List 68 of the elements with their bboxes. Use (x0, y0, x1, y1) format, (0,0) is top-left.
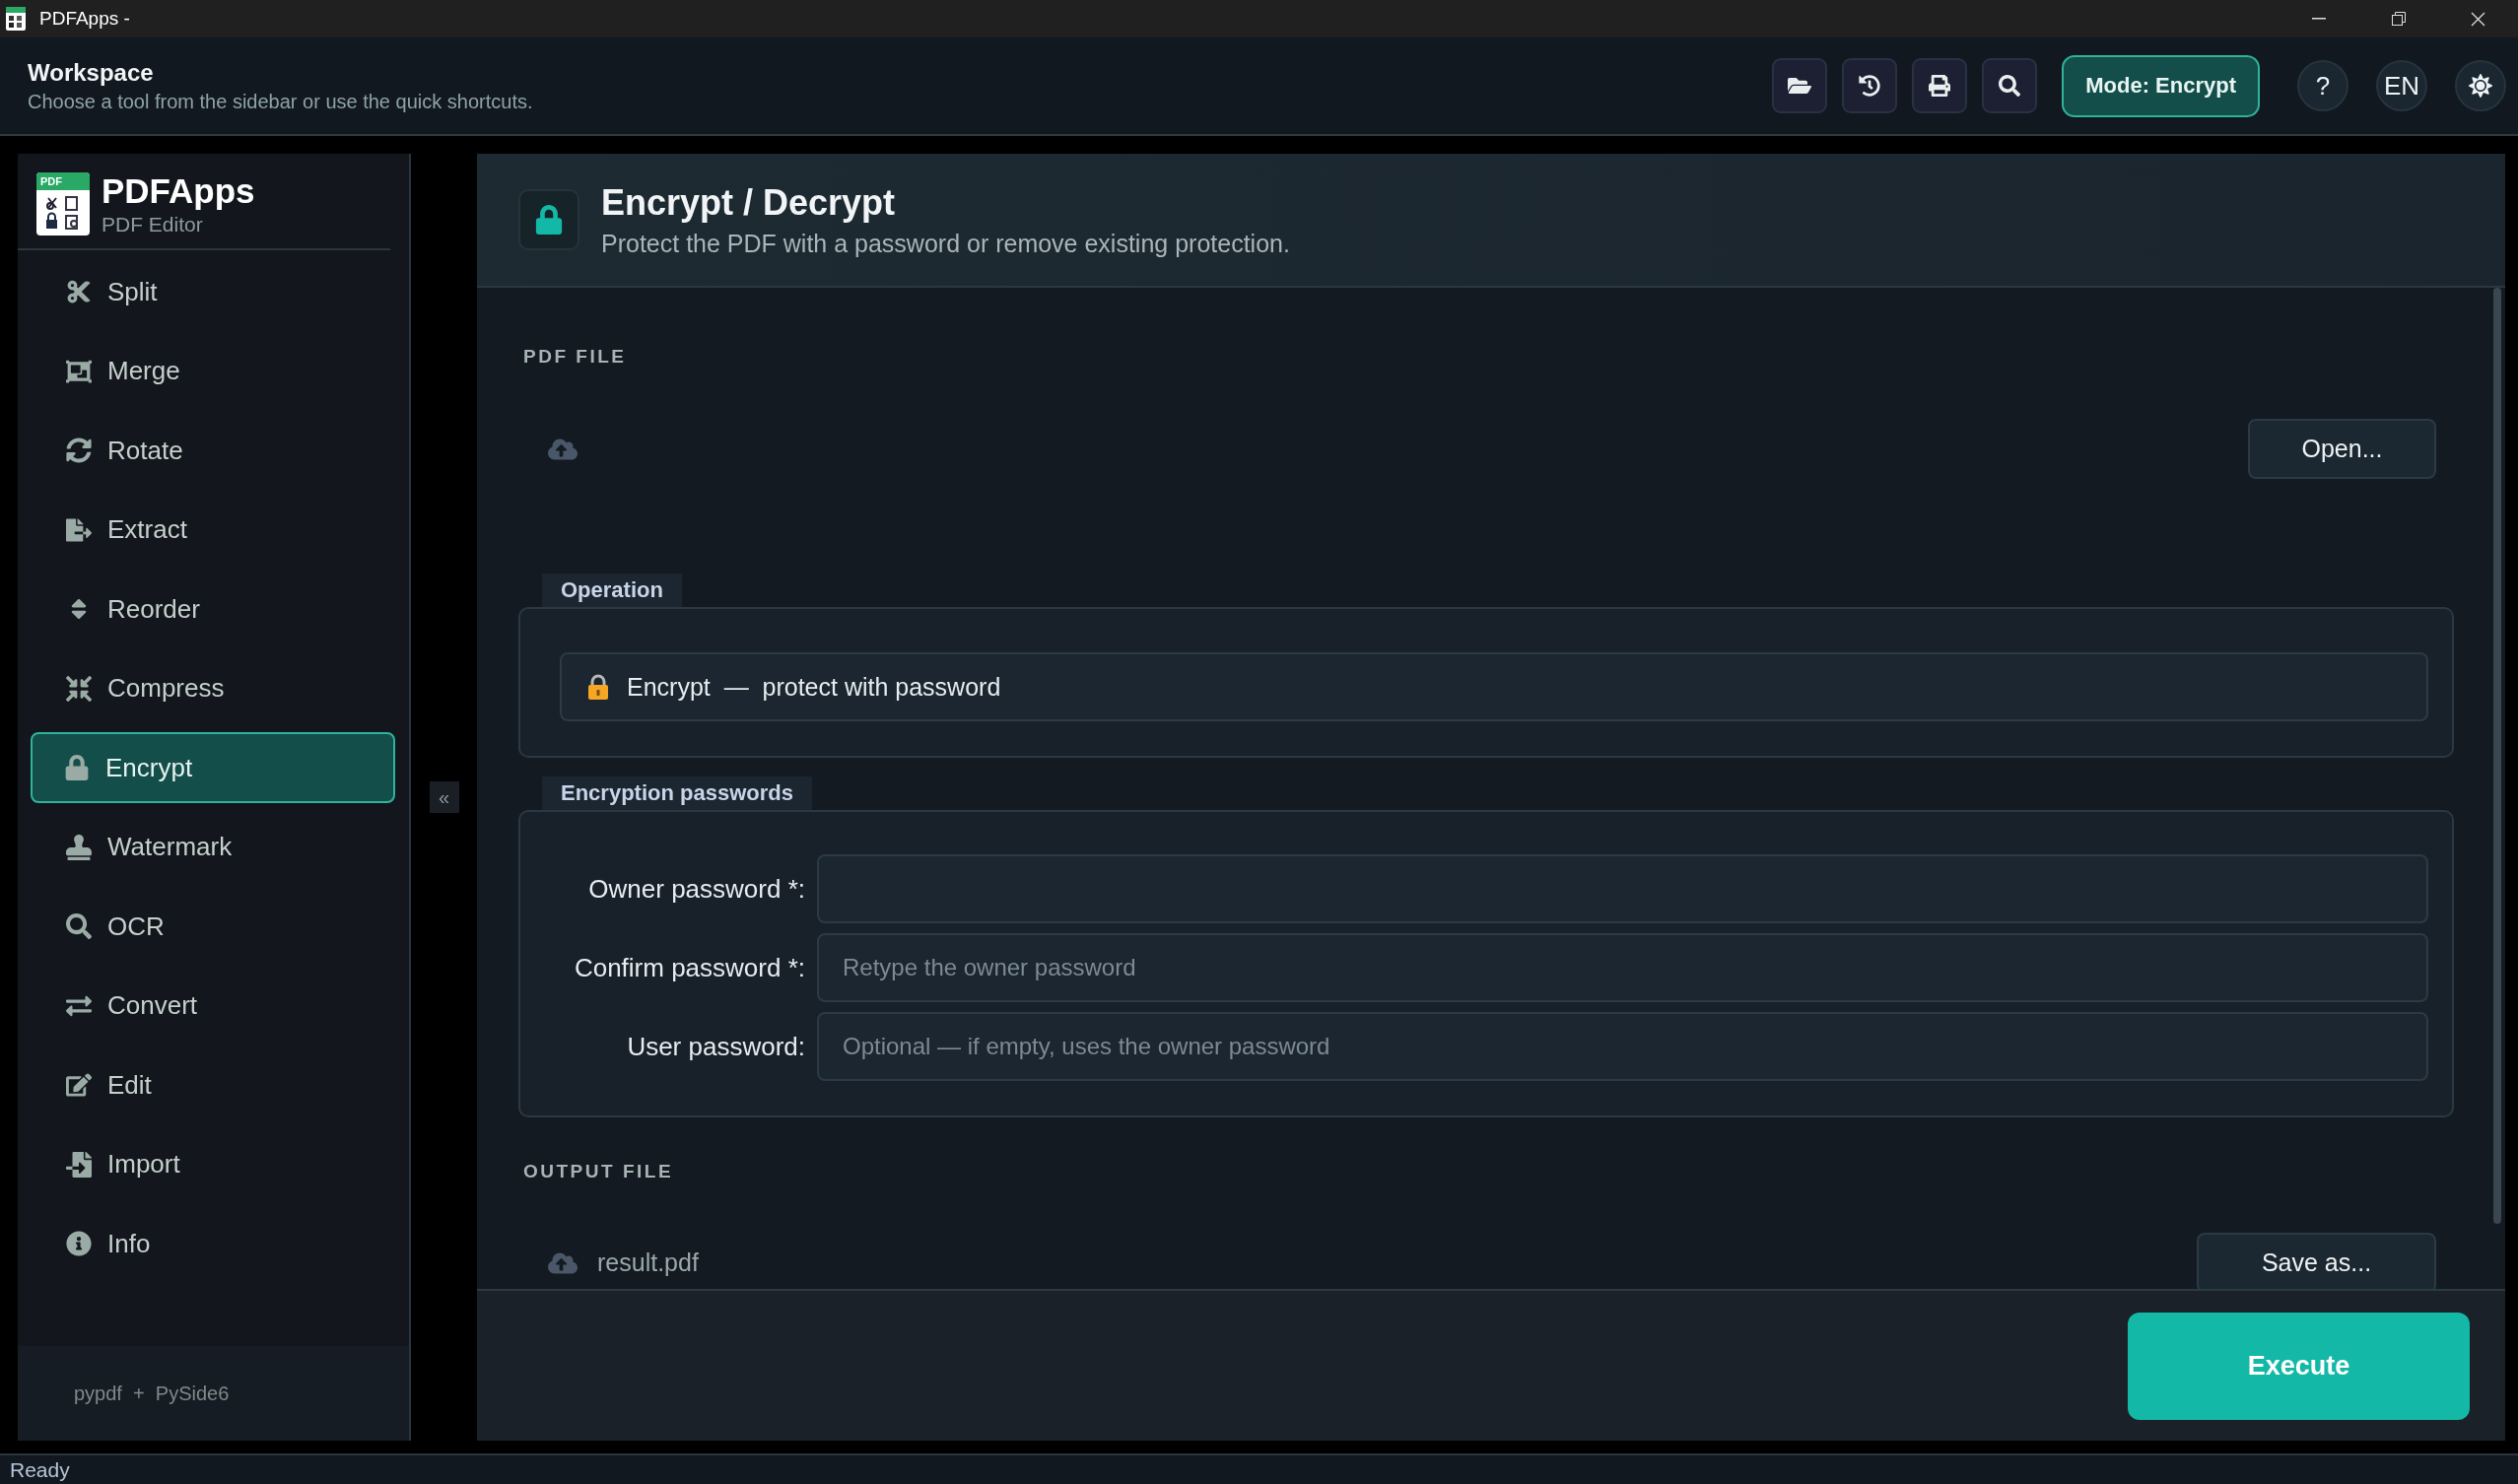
sidebar-item[interactable]: Merge (31, 335, 395, 407)
sidebar-item[interactable]: Extract (31, 494, 395, 566)
restore-icon (2391, 12, 2406, 26)
sidebar-item[interactable]: Rotate (31, 415, 395, 486)
mode-button[interactable]: Mode: Encrypt (2062, 54, 2260, 117)
info-icon (66, 1231, 92, 1256)
header-title: Workspace (28, 58, 155, 87)
sun-icon (2469, 74, 2492, 98)
file-export-icon (66, 516, 92, 543)
sidebar-item[interactable]: Info (31, 1208, 395, 1279)
stamp-icon (66, 834, 92, 860)
sidebar-item[interactable]: Edit (31, 1049, 395, 1120)
scissors-icon (66, 279, 92, 304)
operation-dropdown[interactable]: Encrypt — protect with password (560, 652, 2428, 721)
sidebar-item[interactable]: OCR (31, 891, 395, 962)
collapse-button[interactable]: « (429, 781, 459, 813)
help-button[interactable]: ? (2297, 60, 2348, 111)
tool-description: Protect the PDF with a password or remove existing protection. (601, 229, 1290, 258)
output-filename: result.pdf (597, 1248, 700, 1277)
sidebar-item[interactable]: Watermark (31, 811, 395, 883)
search-icon (1999, 75, 2021, 97)
padlock-icon (587, 674, 609, 700)
sidebar-item[interactable]: Import (31, 1128, 395, 1200)
group-icon (66, 358, 92, 384)
sidebar-item[interactable]: Reorder (31, 573, 395, 644)
group-title: Encryption passwords (542, 776, 812, 810)
history-icon (1859, 75, 1881, 97)
password-field[interactable] (817, 854, 2428, 923)
field-label: User password: (626, 1031, 805, 1062)
search-button[interactable] (1982, 58, 2038, 113)
app-name: PDFApps (102, 171, 255, 211)
sidebar-item[interactable]: Encrypt (31, 732, 395, 803)
compress-icon (66, 675, 92, 702)
header-subtitle: Choose a tool from the sidebar or use the quick shortcuts. (28, 90, 533, 113)
field-label: Owner password *: (587, 873, 805, 905)
print-icon (1929, 75, 1951, 97)
edit-icon (66, 1072, 92, 1098)
section-heading: OUTPUT FILE (522, 1160, 675, 1183)
history-button[interactable] (1842, 58, 1898, 113)
status-text: Ready (10, 1457, 70, 1482)
refresh-icon (66, 438, 92, 463)
field-label: Confirm password *: (573, 952, 805, 983)
minimize-icon (2311, 18, 2326, 20)
save-as-button[interactable]: Save as... (2197, 1233, 2436, 1289)
print-button[interactable] (1912, 58, 1968, 113)
group-title: Operation (542, 573, 682, 607)
sidebar-item[interactable]: Split (31, 256, 395, 327)
logo-label: PDF (36, 172, 90, 190)
theme-button[interactable] (2455, 60, 2506, 111)
sidebar-item[interactable]: Convert (31, 970, 395, 1042)
app-icon (6, 7, 26, 31)
lock-icon (534, 205, 564, 235)
open-button[interactable]: Open... (2248, 419, 2436, 479)
close-icon (2471, 11, 2485, 27)
language-button[interactable]: EN (2376, 60, 2427, 111)
scrollbar-thumb[interactable] (2493, 288, 2501, 1224)
app-subtitle: PDF Editor (102, 213, 204, 236)
password-field[interactable]: Optional — if empty, uses the owner password (817, 1012, 2428, 1081)
window-title: PDFApps - (39, 8, 131, 30)
section-heading: PDF FILE (522, 345, 628, 369)
tool-title: Encrypt / Decrypt (601, 181, 897, 224)
sidebar-item[interactable]: Compress (31, 652, 395, 724)
sidebar-footer-text: pypdf + PySide6 (74, 1382, 230, 1405)
lock-icon (64, 755, 90, 780)
open-folder-button[interactable] (1772, 58, 1828, 113)
magnifier-icon (66, 913, 92, 939)
password-field[interactable]: Retype the owner password (817, 933, 2428, 1002)
file-import-icon (66, 1151, 92, 1178)
